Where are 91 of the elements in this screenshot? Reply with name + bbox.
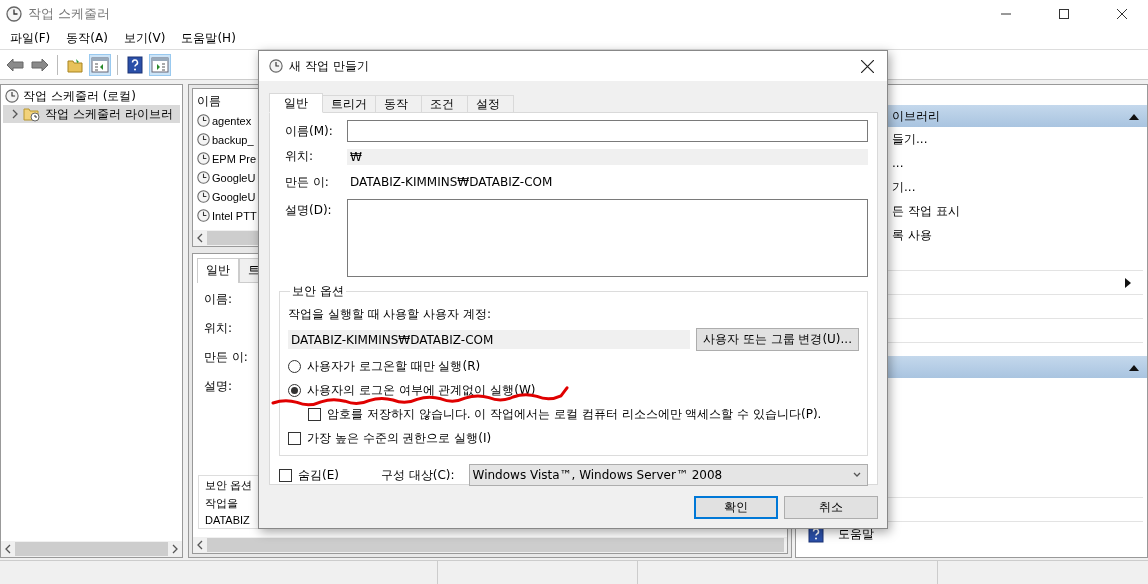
- option-label: 사용자가 로그온할 때만 실행(R): [307, 358, 481, 375]
- task-clock-icon: [197, 114, 210, 127]
- field-label: 위치:: [284, 148, 315, 165]
- change-user-button[interactable]: 사용자 또는 그룹 변경(U)...: [695, 328, 859, 351]
- field-label: 설명:: [204, 378, 233, 395]
- scrollbar-thumb[interactable]: [15, 542, 168, 556]
- task-clock-icon: [197, 133, 210, 146]
- collapsed-chevron-icon: [11, 109, 19, 119]
- column-header: 이름: [197, 93, 221, 110]
- close-icon: [860, 59, 874, 73]
- task-name[interactable]: EPM Pre: [212, 152, 256, 165]
- radio-button[interactable]: [288, 384, 301, 397]
- scroll-left-icon: [196, 540, 204, 550]
- account-label: 작업을 실행할 때 사용할 사용자 계정:: [288, 306, 493, 323]
- tree-item[interactable]: 작업 스케줄러 라이브러: [3, 105, 180, 123]
- radio-button[interactable]: [288, 360, 301, 373]
- panel-icon[interactable]: [89, 53, 111, 76]
- menu-item[interactable]: 동작(A): [58, 30, 116, 47]
- menu-item[interactable]: 파일(F): [2, 30, 59, 47]
- account-value: DATABIZ-KIMMINS₩DATABIZ-COM: [288, 330, 690, 349]
- task-name[interactable]: GoogleU: [212, 190, 256, 203]
- task-clock-icon: [197, 152, 210, 165]
- menu-item[interactable]: 도움말(H): [173, 30, 244, 47]
- scrollbar-thumb[interactable]: [207, 538, 784, 552]
- field-label: 설명(D):: [284, 202, 333, 219]
- checkbox[interactable]: [279, 468, 292, 482]
- tab[interactable]: 설정: [467, 95, 514, 113]
- tab[interactable]: 조건: [421, 95, 468, 113]
- action-item[interactable]: 들기...: [892, 130, 928, 148]
- scroll-right-icon: [171, 544, 179, 554]
- checkbox[interactable]: [288, 432, 301, 445]
- task-name[interactable]: Intel PTT: [212, 209, 257, 222]
- cancel-button[interactable]: 취소: [784, 496, 878, 519]
- scroll-left-icon: [4, 544, 12, 554]
- group-label: 보안 옵션: [291, 283, 345, 300]
- tab[interactable]: 트리거: [322, 95, 376, 113]
- tree-item-label: 작업 스케줄러 라이브러: [45, 105, 173, 123]
- dialog-title: 새 작업 만들기: [289, 57, 370, 75]
- task-clock-icon: [197, 190, 210, 203]
- task-name[interactable]: backup_: [212, 133, 254, 146]
- field-label: 만든 이:: [284, 173, 330, 191]
- clock-icon: [5, 89, 19, 103]
- account-label: 작업을: [205, 496, 238, 511]
- task-name[interactable]: GoogleU: [212, 171, 256, 184]
- group-label: 보안 옵션: [205, 478, 253, 493]
- horizontal-scrollbar[interactable]: [193, 537, 787, 553]
- option-label: 가장 높은 수준의 권한으로 실행(I): [307, 430, 492, 447]
- close-icon: [1117, 9, 1127, 19]
- task-name[interactable]: agentex: [212, 114, 252, 127]
- author-value: DATABIZ-KIMMINS₩DATABIZ-COM: [349, 174, 554, 191]
- ok-button[interactable]: 확인: [694, 496, 778, 519]
- menu-item[interactable]: 보기(V): [115, 30, 174, 47]
- help-icon[interactable]: [124, 53, 146, 76]
- submenu-arrow-icon: [1125, 277, 1131, 288]
- tab[interactable]: 동작: [375, 95, 422, 113]
- action-item[interactable]: 든 작업 표시: [892, 202, 960, 220]
- tree-item[interactable]: 작업 스케줄러 (로컬): [3, 87, 180, 105]
- field-label: 위치:: [204, 320, 233, 337]
- collapse-arrow-icon: [1129, 363, 1139, 371]
- clock-icon: [6, 6, 22, 22]
- location-value: ₩: [347, 148, 868, 165]
- dropdown-value: Windows Vista™, Windows Server™ 2008: [472, 468, 723, 482]
- window-title: 작업 스케줄러: [28, 5, 112, 23]
- option-label: 암호를 저장하지 않습니다. 이 작업에서는 로컬 컴퓨터 리소스에만 액세스할 수 있습니다(P).: [327, 406, 822, 423]
- tab[interactable]: 일반: [197, 258, 239, 283]
- task-clock-icon: [197, 209, 210, 222]
- account-value: DATABIZ: [205, 514, 250, 526]
- tab[interactable]: 일반: [269, 93, 323, 113]
- folder-clock-icon: [23, 106, 41, 122]
- field-label: 이름:: [204, 291, 233, 308]
- name-field[interactable]: [347, 120, 868, 142]
- description-field[interactable]: [347, 199, 868, 277]
- clock-icon: [269, 59, 283, 73]
- option-label: 사용자의 로그온 여부에 관계없이 실행(W): [307, 382, 536, 399]
- configure-dropdown[interactable]: Windows Vista™, Windows Server™ 2008: [468, 464, 868, 486]
- action-item[interactable]: 도움말: [838, 525, 874, 543]
- field-label: 만든 이:: [204, 349, 248, 366]
- action-item[interactable]: 록 사용: [892, 226, 932, 244]
- section-title: 이브러리: [892, 107, 940, 125]
- action-item[interactable]: ...: [892, 156, 904, 170]
- option-label: 숨김(E): [298, 466, 339, 484]
- field-label: 구성 대상(C):: [380, 466, 455, 484]
- scroll-left-icon: [196, 233, 204, 243]
- tree-item-label: 작업 스케줄러 (로컬): [23, 87, 136, 105]
- task-clock-icon: [197, 171, 210, 184]
- field-label: 이름(M):: [284, 122, 334, 140]
- horizontal-scrollbar[interactable]: [1, 541, 182, 557]
- maximize-icon: [1059, 9, 1069, 19]
- checkbox[interactable]: [308, 408, 321, 421]
- action-item[interactable]: 기...: [892, 178, 916, 196]
- collapse-arrow-icon: [1129, 112, 1139, 120]
